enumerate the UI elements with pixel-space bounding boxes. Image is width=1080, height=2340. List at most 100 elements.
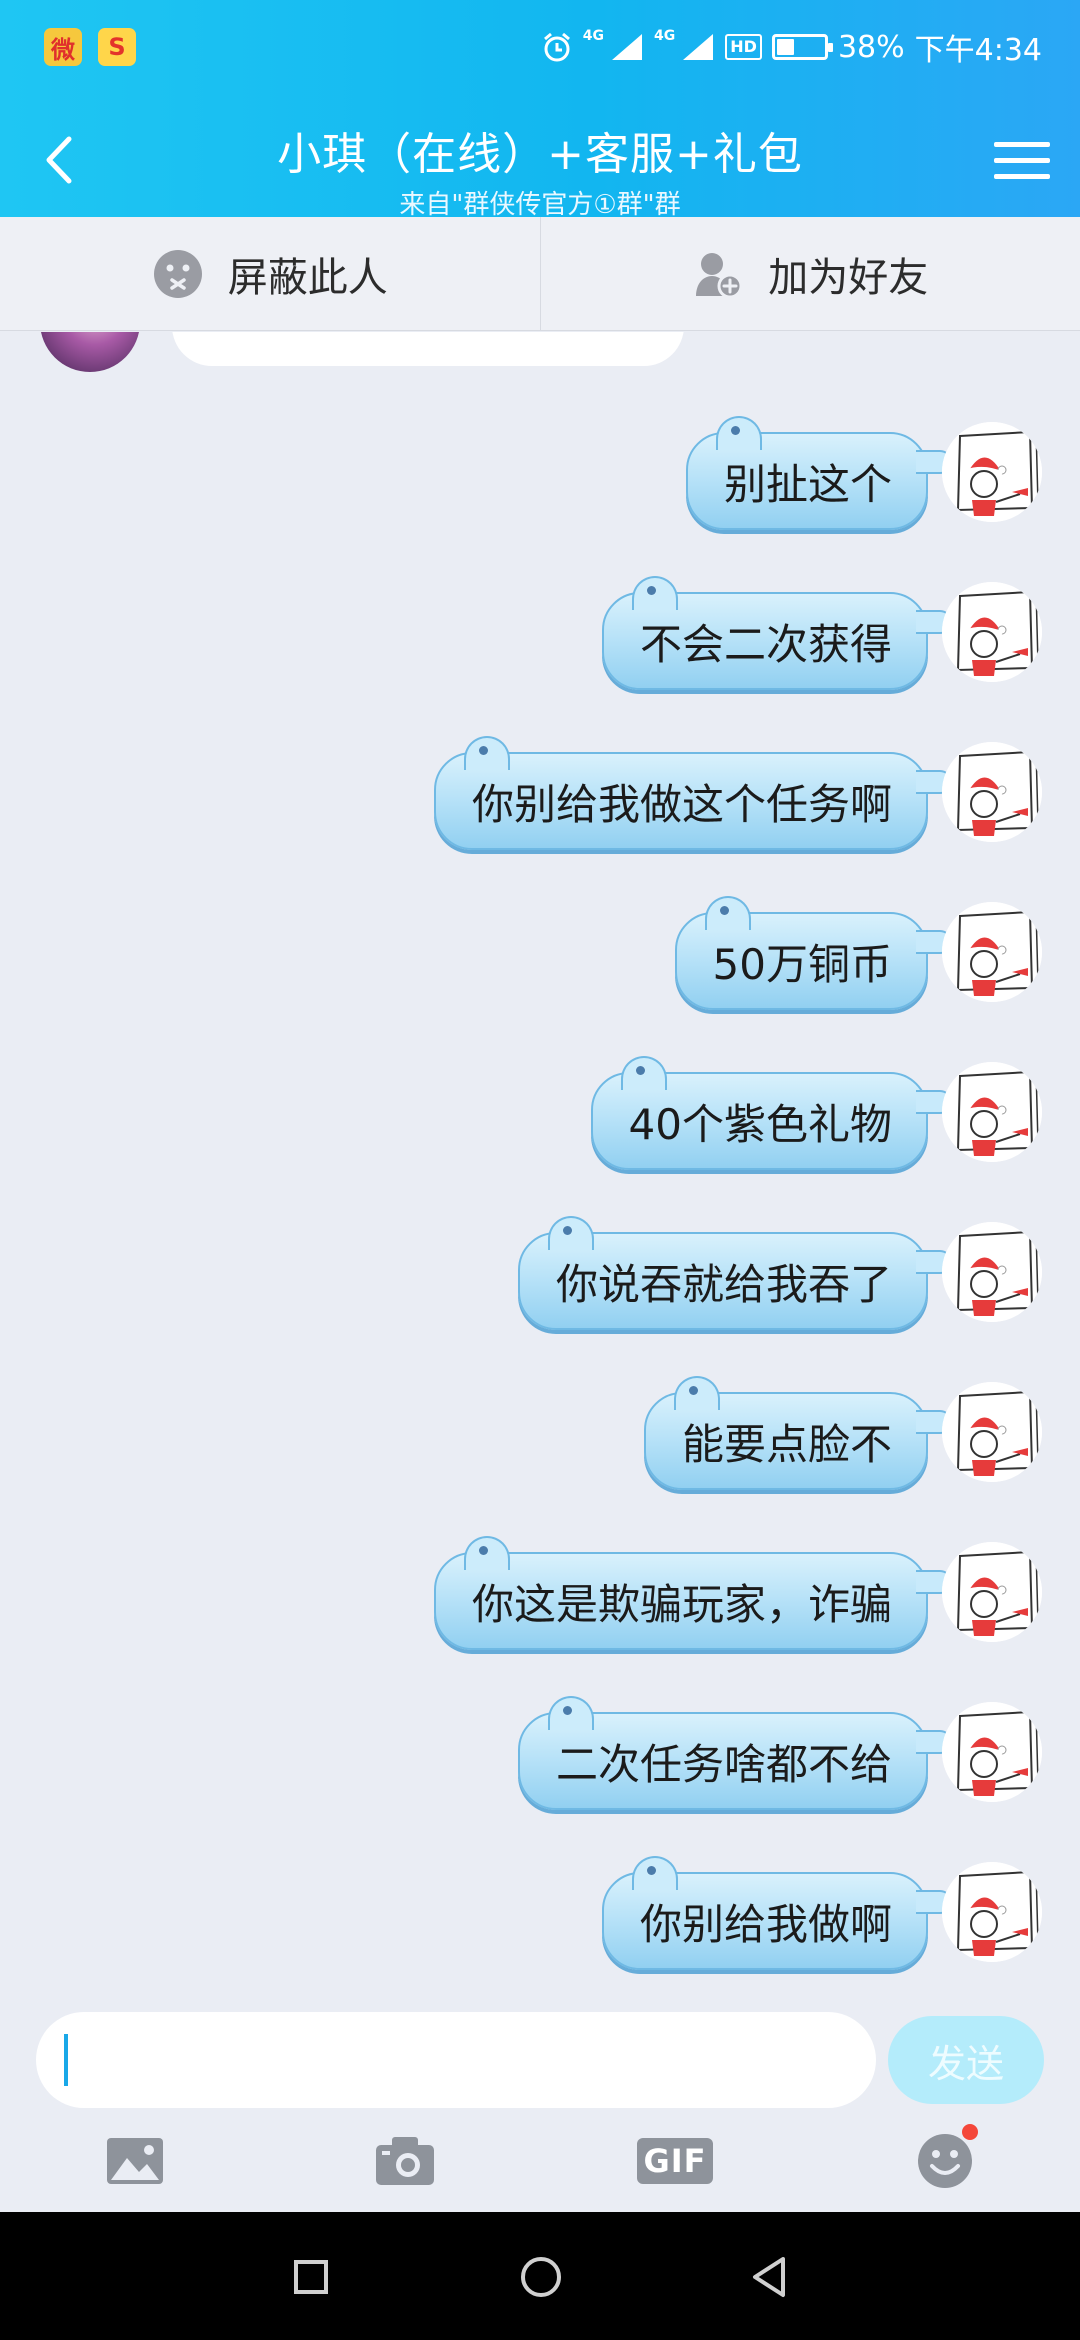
menu-icon (994, 141, 1050, 147)
system-navigation-bar (0, 2212, 1080, 2340)
my-avatar[interactable] (942, 1222, 1042, 1322)
outgoing-message-bubble[interactable]: 你这是欺骗玩家，诈骗 (433, 1536, 952, 1650)
message-text: 不会二次获得 (639, 619, 892, 669)
outgoing-message-bubble[interactable]: 你别给我做啊 (601, 1856, 952, 1970)
composer-toolbar: GIF (0, 2120, 1080, 2210)
message-text: 别扯这个 (723, 459, 892, 509)
back-nav-button[interactable] (734, 2242, 804, 2312)
message-row: 你别给我做这个任务啊 (0, 734, 1080, 854)
bubble-ear-decoration (547, 1696, 594, 1730)
add-friend-button[interactable]: 加为好友 (539, 217, 1080, 330)
network-type-1: 4G (582, 28, 605, 44)
bubble-ear-decoration (631, 576, 678, 610)
message-text: 能要点脸不 (681, 1419, 892, 1469)
bubble-ear-decoration (631, 1856, 678, 1890)
battery-fill (776, 39, 794, 55)
square-icon (294, 2260, 328, 2294)
message-row: 50万铜币 (0, 894, 1080, 1014)
add-friend-label: 加为好友 (768, 254, 929, 301)
message-row: 你这是欺骗玩家，诈骗 (0, 1534, 1080, 1654)
page-subtitle: 来自"群侠传官方①群"群 (399, 190, 681, 220)
triangle-back-icon (753, 2257, 785, 2297)
recent-apps-button[interactable] (276, 2242, 346, 2312)
home-button[interactable] (506, 2242, 576, 2312)
incoming-bubble[interactable] (172, 332, 684, 366)
outgoing-message-bubble[interactable]: 40个紫色礼物 (590, 1056, 952, 1170)
message-text: 40个紫色礼物 (628, 1099, 892, 1149)
back-button[interactable] (30, 128, 86, 192)
block-icon (153, 249, 202, 298)
chat-header: 微 S 4G 4G HD 38% 下午4:34 小琪（在线）+客服+礼包 来自"… (0, 0, 1080, 220)
notification-dot (962, 2124, 978, 2140)
outgoing-message-bubble[interactable]: 你别给我做这个任务啊 (433, 736, 952, 850)
circle-icon (521, 2257, 561, 2297)
my-avatar[interactable] (942, 902, 1042, 1002)
signal-icon-2 (683, 34, 714, 60)
hd-voice-icon: HD (725, 34, 762, 60)
my-avatar[interactable] (942, 1702, 1042, 1802)
emoji-button[interactable] (910, 2124, 980, 2194)
my-avatar[interactable] (942, 1062, 1042, 1162)
partial-incoming-message (0, 332, 1080, 372)
bubble-ear-decoration (463, 736, 510, 770)
outgoing-message-bubble[interactable]: 不会二次获得 (601, 576, 952, 690)
battery-icon (771, 34, 833, 60)
outgoing-message-bubble[interactable]: 能要点脸不 (643, 1376, 952, 1490)
outgoing-message-bubble[interactable]: 你说吞就给我吞了 (517, 1216, 952, 1330)
gif-button[interactable]: GIF (637, 2128, 713, 2194)
alarm-icon (543, 32, 570, 62)
message-text: 你这是欺骗玩家，诈骗 (471, 1579, 892, 1629)
message-text: 二次任务啥都不给 (555, 1739, 892, 1789)
other-user-avatar[interactable] (40, 332, 140, 372)
chevron-left-icon (46, 136, 72, 184)
gif-icon: GIF (637, 2138, 713, 2184)
message-row: 40个紫色礼物 (0, 1054, 1080, 1174)
outgoing-message-bubble[interactable]: 别扯这个 (685, 416, 952, 530)
my-avatar[interactable] (942, 1542, 1042, 1642)
message-row: 不会二次获得 (0, 574, 1080, 694)
bubble-ear-decoration (547, 1216, 594, 1250)
my-avatar[interactable] (942, 742, 1042, 842)
weibo-icon: 微 (44, 28, 82, 66)
block-user-label: 屏蔽此人 (227, 254, 388, 301)
bubble-ear-decoration (620, 1056, 667, 1090)
clock: 下午4:34 (914, 33, 1042, 68)
emoji-icon (918, 2134, 972, 2188)
composer: 发送 GIF (0, 1982, 1080, 2212)
message-row: 别扯这个 (0, 414, 1080, 534)
message-row: 你说吞就给我吞了 (0, 1214, 1080, 1334)
bubble-ear-decoration (704, 896, 751, 930)
image-icon (107, 2138, 163, 2184)
status-bar: 微 S 4G 4G HD 38% 下午4:34 (0, 0, 1080, 96)
my-avatar[interactable] (942, 1862, 1042, 1962)
message-row: 二次任务啥都不给 (0, 1694, 1080, 1814)
text-cursor (64, 2034, 68, 2086)
bubble-ear-decoration (715, 416, 762, 450)
send-button[interactable]: 发送 (888, 2016, 1044, 2104)
my-avatar[interactable] (942, 422, 1042, 522)
my-avatar[interactable] (942, 1382, 1042, 1482)
message-text: 50万铜币 (712, 939, 892, 989)
outgoing-message-bubble[interactable]: 二次任务啥都不给 (517, 1696, 952, 1810)
sohu-icon: S (98, 28, 136, 66)
camera-button[interactable] (370, 2128, 440, 2194)
menu-button[interactable] (994, 132, 1050, 188)
message-input[interactable] (36, 2012, 876, 2108)
title-block: 小琪（在线）+客服+礼包 来自"群侠传官方①群"群 (200, 118, 880, 221)
page-title: 小琪（在线）+客服+礼包 (277, 129, 803, 180)
battery-percent: 38% (837, 29, 905, 65)
signal-icon-1 (612, 34, 643, 60)
message-row: 能要点脸不 (0, 1374, 1080, 1494)
chat-message-list[interactable]: 别扯这个 不会二次获得 你别给我做这个任务啊 50万铜币 40个紫色礼物 你说吞… (0, 332, 1080, 1982)
camera-icon (376, 2137, 434, 2185)
outgoing-message-bubble[interactable]: 50万铜币 (674, 896, 952, 1010)
add-friend-icon (696, 252, 743, 298)
bubble-ear-decoration (673, 1376, 720, 1410)
block-user-button[interactable]: 屏蔽此人 (0, 217, 540, 330)
action-bar: 屏蔽此人 加为好友 (0, 217, 1080, 331)
message-row: 你别给我做啊 (0, 1854, 1080, 1974)
my-avatar[interactable] (942, 582, 1042, 682)
message-text: 你别给我做啊 (639, 1899, 892, 1949)
bubble-ear-decoration (463, 1536, 510, 1570)
image-button[interactable] (100, 2128, 170, 2194)
